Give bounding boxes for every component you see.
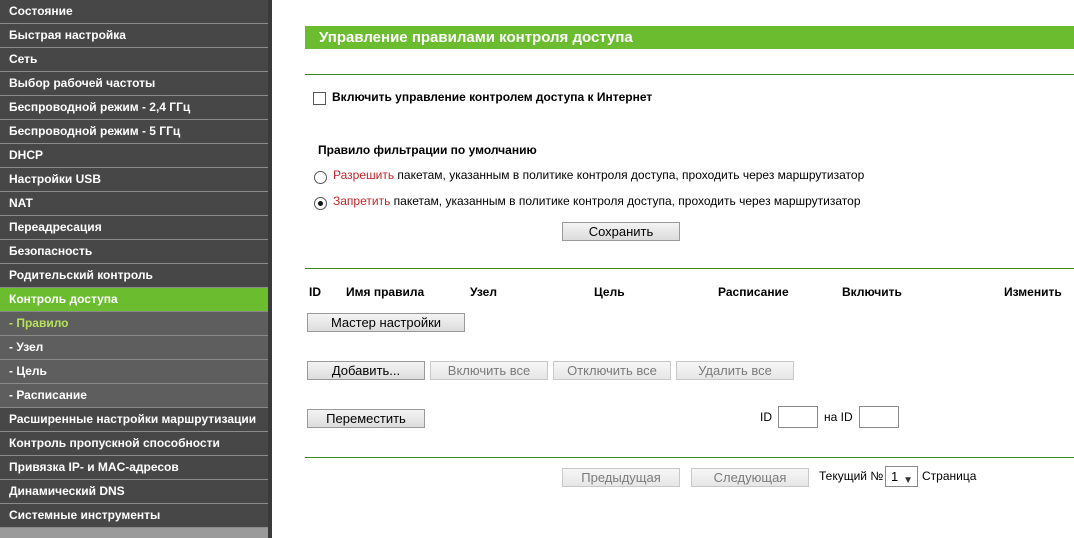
sidebar: Состояние Быстрая настройка Сеть Выбор р… <box>0 0 268 538</box>
allow-rule-text: пакетам, указанным в политике контроля д… <box>394 168 865 182</box>
sidebar-item-nat[interactable]: NAT <box>0 192 268 216</box>
column-header-rule-name: Имя правила <box>346 285 425 299</box>
page-label: Страница <box>922 469 977 483</box>
allow-word: Разрешить <box>333 168 395 182</box>
sidebar-item-dhcp[interactable]: DHCP <box>0 144 268 168</box>
sidebar-item-access-control[interactable]: Контроль доступа <box>0 288 268 312</box>
chevron-down-icon: ▼ <box>903 475 913 486</box>
page-number-value: 1 <box>891 469 899 484</box>
previous-page-button[interactable]: Предыдущая <box>562 468 680 487</box>
sidebar-item-security[interactable]: Безопасность <box>0 240 268 264</box>
sidebar-item-advanced-routing[interactable]: Расширенные настройки маршрутизации <box>0 408 268 432</box>
sidebar-item-wireless-5[interactable]: Беспроводной режим - 5 ГГц <box>0 120 268 144</box>
next-page-button[interactable]: Следующая <box>691 468 809 487</box>
divider-bottom <box>305 457 1074 458</box>
deny-word: Запретить <box>333 194 391 208</box>
sidebar-item-status[interactable]: Состояние <box>0 0 268 24</box>
column-header-schedule: Расписание <box>718 285 789 299</box>
sidebar-item-quick-setup[interactable]: Быстрая настройка <box>0 24 268 48</box>
column-header-edit: Изменить <box>1004 285 1062 299</box>
sidebar-subitem-target[interactable]: - Цель <box>0 360 268 384</box>
allow-radio[interactable] <box>314 171 327 184</box>
move-from-id-input[interactable] <box>778 406 818 428</box>
deny-radio[interactable] <box>314 197 327 210</box>
sidebar-item-wireless-24[interactable]: Беспроводной режим - 2,4 ГГц <box>0 96 268 120</box>
move-button[interactable]: Переместить <box>307 409 425 428</box>
current-page-label: Текущий № <box>819 469 884 483</box>
allow-rule-label: Разрешить пакетам, указанным в политике … <box>333 168 864 182</box>
disable-all-button[interactable]: Отключить все <box>553 361 671 380</box>
move-id-label: ID <box>760 410 772 424</box>
sidebar-item-network[interactable]: Сеть <box>0 48 268 72</box>
sidebar-item-band-select[interactable]: Выбор рабочей частоты <box>0 72 268 96</box>
sidebar-item-ddns[interactable]: Динамический DNS <box>0 480 268 504</box>
sidebar-subitem-rule[interactable]: - Правило <box>0 312 268 336</box>
add-button[interactable]: Добавить... <box>307 361 425 380</box>
divider-middle <box>305 268 1074 269</box>
column-header-enable: Включить <box>842 285 902 299</box>
column-header-target: Цель <box>594 285 625 299</box>
default-rule-heading: Правило фильтрации по умолчанию <box>318 143 537 157</box>
save-button[interactable]: Сохранить <box>562 222 680 241</box>
sidebar-subitem-host[interactable]: - Узел <box>0 336 268 360</box>
sidebar-item-system-tools[interactable]: Системные инструменты <box>0 504 268 528</box>
setup-wizard-button[interactable]: Мастер настройки <box>307 313 465 332</box>
page-number-select[interactable]: 1 ▼ <box>885 466 918 487</box>
move-to-id-label: на ID <box>824 410 853 424</box>
column-header-id: ID <box>309 285 321 299</box>
sidebar-item-usb[interactable]: Настройки USB <box>0 168 268 192</box>
enable-all-button[interactable]: Включить все <box>430 361 548 380</box>
deny-rule-label: Запретить пакетам, указанным в политике … <box>333 194 861 208</box>
main-panel: Управление правилами контроля доступа Вк… <box>272 0 1074 538</box>
sidebar-item-forwarding[interactable]: Переадресация <box>0 216 268 240</box>
move-to-id-input[interactable] <box>859 406 899 428</box>
column-header-host: Узел <box>470 285 497 299</box>
enable-access-control-label: Включить управление контролем доступа к … <box>332 90 653 104</box>
sidebar-item-parental-control[interactable]: Родительский контроль <box>0 264 268 288</box>
deny-rule-text: пакетам, указанным в политике контроля д… <box>390 194 861 208</box>
sidebar-item-ip-mac-binding[interactable]: Привязка IP- и MAC-адресов <box>0 456 268 480</box>
radio-selected-dot <box>318 201 323 206</box>
delete-all-button[interactable]: Удалить все <box>676 361 794 380</box>
enable-access-control-checkbox[interactable] <box>313 92 326 105</box>
divider-top <box>305 74 1074 75</box>
page-title: Управление правилами контроля доступа <box>305 26 1074 49</box>
sidebar-subitem-schedule[interactable]: - Расписание <box>0 384 268 408</box>
sidebar-item-bandwidth-control[interactable]: Контроль пропускной способности <box>0 432 268 456</box>
